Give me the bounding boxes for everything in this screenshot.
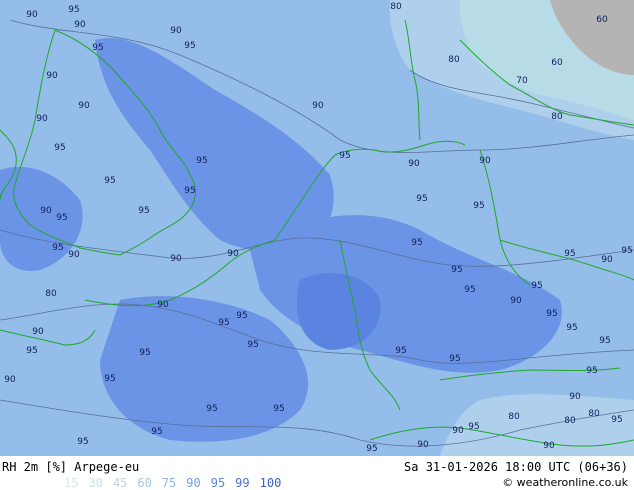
isoline-label: 90: [46, 71, 58, 81]
isoline-label: 90: [569, 392, 581, 402]
legend-entry: 75: [161, 476, 177, 490]
isoline-label: 90: [4, 375, 16, 385]
isoline-label: 95: [411, 238, 423, 248]
isoline-label: 90: [479, 156, 491, 166]
isoline-label: 95: [273, 404, 285, 414]
isoline-label: 70: [516, 76, 528, 86]
isoline-label: 90: [601, 255, 613, 265]
isoline-label: 95: [54, 143, 66, 153]
isoline-label: 95: [26, 346, 38, 356]
isoline-label: 90: [157, 300, 169, 310]
valid-time: Sa 31-01-2026 18:00 UTC (06+36): [404, 460, 628, 474]
isoline-label: 95: [611, 415, 623, 425]
isoline-label: 90: [68, 250, 80, 260]
isoline-label: 95: [531, 281, 543, 291]
isoline-label: 60: [596, 15, 608, 25]
isoline-label: 90: [26, 10, 38, 20]
isoline-label: 95: [151, 427, 163, 437]
isoline-label: 80: [508, 412, 520, 422]
map-footer: RH 2m [%] Arpege-eu Sa 31-01-2026 18:00 …: [0, 456, 634, 490]
isoline-label: 95: [138, 206, 150, 216]
legend-entry: 30: [88, 476, 103, 490]
isoline-label: 95: [621, 246, 633, 256]
isoline-label: 90: [32, 327, 44, 337]
isoline-label: 95: [56, 213, 68, 223]
isoline-label: 90: [543, 441, 555, 451]
isoline-label: 95: [366, 444, 378, 454]
isoline-label: 95: [184, 186, 196, 196]
isoline-label: 95: [564, 249, 576, 259]
legend-entry: 95: [210, 476, 226, 490]
coast-brittany: [0, 329, 96, 346]
isoline-label: 95: [218, 318, 230, 328]
isoline-label: 80: [390, 2, 402, 12]
isoline-label: 90: [312, 101, 324, 111]
legend-entry: 99: [235, 476, 250, 490]
isoline-label: 90: [78, 101, 90, 111]
isoline-label: 95: [451, 265, 463, 275]
isoline-label: 95: [139, 348, 151, 358]
isoline-label: 95: [104, 176, 116, 186]
isoline-label: 90: [408, 159, 420, 169]
isoline-label: 80: [588, 409, 600, 419]
legend-entry: 90: [186, 476, 201, 490]
isoline-label: 95: [566, 323, 578, 333]
map-title: RH 2m [%] Arpege-eu: [2, 460, 140, 474]
isoline-label: 95: [77, 437, 89, 447]
coast-channel-south: [84, 239, 276, 307]
isoline-label: 95: [68, 5, 80, 15]
humidity-map: 90 95 90 80 60 90 95 95 80 60 90 70 90 90 90 80 95 95 90 90…: [0, 0, 634, 456]
isoline-label: 95: [464, 285, 476, 295]
isoline-label: 95: [92, 43, 104, 53]
legend-entry: 45: [112, 476, 128, 490]
isoline-label: 90: [510, 296, 522, 306]
isoline-label: 90: [74, 20, 86, 30]
source-credit[interactable]: © weatheronline.co.uk: [502, 476, 628, 489]
isoline-label: 90: [170, 26, 182, 36]
isoline-label: 95: [473, 201, 485, 211]
isoline-label: 95: [236, 311, 248, 321]
isoline-label: 80: [564, 416, 576, 426]
isoline-label: 80: [448, 55, 460, 65]
isoline-label: 60: [551, 58, 563, 68]
isoline-label: 90: [417, 440, 429, 450]
legend-entry: 60: [137, 476, 152, 490]
isoline-label: 95: [104, 374, 116, 384]
isoline-label: 95: [395, 346, 407, 356]
isoline-label: 95: [339, 151, 351, 161]
color-legend: 15 30 45 60 75 90 95 99 100: [64, 476, 291, 490]
isoline-label: 90: [170, 254, 182, 264]
isoline-label: 95: [184, 41, 196, 51]
isoline-label: 95: [52, 243, 64, 253]
legend-entry: 15: [64, 476, 79, 490]
isoline-label: 95: [247, 340, 259, 350]
isoline-label: 90: [227, 249, 239, 259]
isoline-label: 80: [551, 112, 563, 122]
isoline-label: 95: [468, 422, 480, 432]
isoline-label: 90: [452, 426, 464, 436]
isoline-label: 95: [586, 366, 598, 376]
isoline-label: 95: [416, 194, 428, 204]
isoline-label: 95: [196, 156, 208, 166]
isoline-label: 80: [45, 289, 57, 299]
isoline-label: 90: [40, 206, 52, 216]
isoline-label: 95: [546, 309, 558, 319]
isoline-label: 90: [36, 114, 48, 124]
isoline-label: 95: [449, 354, 461, 364]
border-czech: [499, 239, 634, 281]
isoline-label: 95: [206, 404, 218, 414]
legend-entry: 100: [259, 476, 282, 490]
isoline-label: 95: [599, 336, 611, 346]
map-layer: [0, 0, 634, 456]
